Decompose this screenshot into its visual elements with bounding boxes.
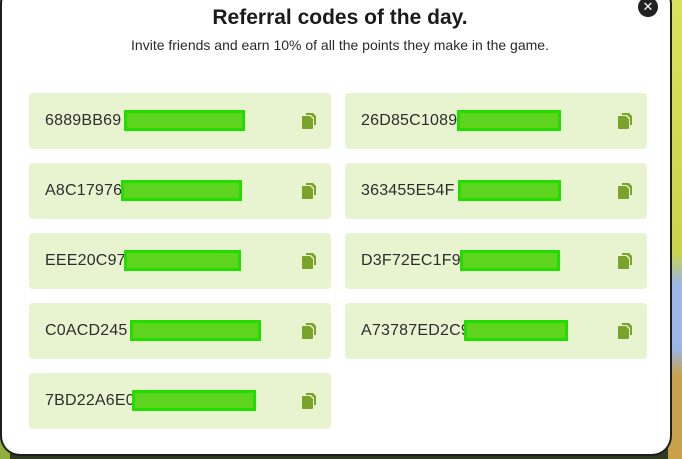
redacted-code-segment [121,180,242,201]
copy-icon[interactable] [617,112,633,130]
redacted-code-segment [124,110,245,131]
referral-code-card[interactable]: A73787ED2C9 [345,303,647,359]
referral-code-text: A8C17976 [45,182,123,199]
referral-code-text: 363455E54F [361,182,455,199]
referral-code-text: 26D85C1089 [361,112,458,129]
referral-codes-modal: ✕ Referral codes of the day. Invite frie… [2,0,670,454]
copy-icon[interactable] [617,182,633,200]
copy-icon[interactable] [301,392,317,410]
referral-code-card[interactable]: D3F72EC1F9 [345,233,647,289]
copy-icon[interactable] [301,322,317,340]
copy-icon[interactable] [617,322,633,340]
redacted-code-segment [124,250,241,271]
referral-code-card[interactable]: 7BD22A6E0 [29,373,331,429]
referral-code-card[interactable]: 363455E54F [345,163,647,219]
referral-code-text: C0ACD245 [45,322,128,339]
referral-code-card[interactable]: 26D85C1089 [345,93,647,149]
referral-code-text: A73787ED2C9 [361,322,470,339]
copy-icon[interactable] [301,112,317,130]
modal-subtitle: Invite friends and earn 10% of all the p… [131,37,549,53]
redacted-code-segment [460,250,560,271]
redacted-code-segment [130,320,261,341]
referral-code-card[interactable]: C0ACD245 [29,303,331,359]
redacted-code-segment [464,320,568,341]
referral-code-text: 7BD22A6E0 [45,392,135,409]
referral-code-card[interactable]: A8C17976 [29,163,331,219]
redacted-code-segment [457,110,561,131]
redacted-code-segment [458,180,561,201]
copy-icon[interactable] [617,252,633,270]
redacted-code-segment [132,390,256,411]
referral-code-card[interactable]: 6889BB69 [29,93,331,149]
copy-icon[interactable] [301,252,317,270]
referral-code-card[interactable]: EEE20C97 [29,233,331,289]
referral-code-text: 6889BB69 [45,112,122,129]
modal-title: Referral codes of the day. [212,6,468,29]
background-game-board-right [668,0,682,459]
copy-icon[interactable] [301,182,317,200]
referral-code-text: EEE20C97 [45,252,126,269]
referral-code-text: D3F72EC1F9 [361,252,461,269]
